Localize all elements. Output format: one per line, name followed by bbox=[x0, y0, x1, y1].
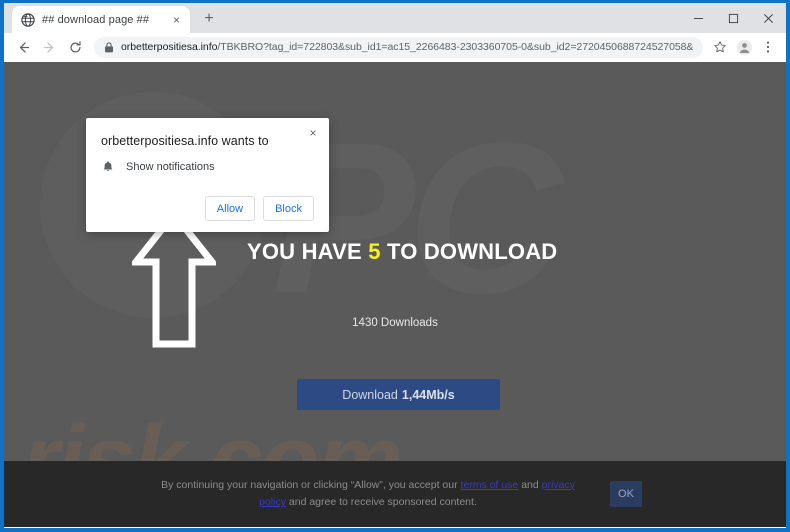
address-bar[interactable]: orbetterpositiesa.info/TBKBRO?tag_id=722… bbox=[94, 36, 703, 58]
browser-window: ## download page ## × + orbetterposities… bbox=[4, 3, 786, 528]
page-headline: YOU HAVE 5 TO DOWNLOAD bbox=[247, 239, 557, 265]
permission-actions: Allow Block bbox=[101, 196, 314, 221]
permission-label: Show notifications bbox=[126, 161, 215, 173]
browser-toolbar: orbetterpositiesa.info/TBKBRO?tag_id=722… bbox=[4, 33, 786, 62]
consent-ok-button[interactable]: OK bbox=[610, 481, 642, 507]
headline-after: TO DOWNLOAD bbox=[380, 239, 558, 264]
allow-button[interactable]: Allow bbox=[204, 196, 256, 221]
url-path: /TBKBRO?tag_id=722803&sub_id1=ac15_22664… bbox=[217, 41, 693, 53]
browser-window-frame: ## download page ## × + orbetterposities… bbox=[0, 0, 790, 532]
three-dot-menu-icon[interactable] bbox=[756, 35, 780, 59]
reload-icon[interactable] bbox=[62, 34, 88, 60]
forward-arrow-icon[interactable] bbox=[36, 34, 62, 60]
consent-text-3: and agree to receive sponsored content. bbox=[285, 496, 477, 508]
maximize-button[interactable] bbox=[716, 3, 751, 33]
consent-bar: By continuing your navigation or clickin… bbox=[4, 461, 786, 527]
block-button[interactable]: Block bbox=[263, 196, 314, 221]
headline-count: 5 bbox=[368, 239, 381, 264]
bell-icon bbox=[101, 160, 115, 174]
notification-permission-bubble: × orbetterpositiesa.info wants to Show n… bbox=[86, 118, 329, 232]
window-controls bbox=[681, 3, 786, 33]
terms-of-use-link[interactable]: terms of use bbox=[461, 479, 519, 491]
lock-icon bbox=[103, 41, 114, 53]
consent-text: By continuing your navigation or clickin… bbox=[148, 477, 588, 512]
download-speed: 1,44Mb/s bbox=[401, 387, 455, 402]
tab-strip: ## download page ## × + bbox=[4, 3, 786, 33]
consent-text-2: and bbox=[518, 478, 542, 491]
consent-text-1: By continuing your navigation or clickin… bbox=[161, 478, 461, 491]
url-host: orbetterpositiesa.info bbox=[121, 41, 218, 53]
tab-close-icon[interactable]: × bbox=[169, 12, 184, 27]
back-arrow-icon[interactable] bbox=[10, 34, 36, 60]
download-button[interactable]: Download 1,44Mb/s bbox=[297, 379, 500, 410]
permission-row: Show notifications bbox=[101, 160, 314, 174]
avatar-icon[interactable] bbox=[732, 35, 756, 59]
tab-title: ## download page ## bbox=[42, 13, 150, 26]
browser-tab[interactable]: ## download page ## × bbox=[12, 6, 190, 33]
new-tab-button[interactable]: + bbox=[196, 6, 222, 32]
close-window-button[interactable] bbox=[751, 3, 786, 33]
minimize-button[interactable] bbox=[681, 3, 716, 33]
downloads-count: 1430 Downloads bbox=[352, 317, 438, 329]
close-icon[interactable]: × bbox=[305, 125, 321, 141]
globe-icon bbox=[21, 12, 35, 27]
download-button-label: Download bbox=[342, 387, 398, 402]
headline-before: YOU HAVE bbox=[247, 239, 369, 264]
star-icon[interactable] bbox=[708, 35, 732, 59]
url-text: orbetterpositiesa.info/TBKBRO?tag_id=722… bbox=[121, 41, 693, 53]
permission-bubble-title: orbetterpositiesa.info wants to bbox=[101, 134, 269, 148]
page-viewport: PC risk.com YOU HAVE 5 TO DOWNLOAD 1430 … bbox=[4, 62, 786, 527]
